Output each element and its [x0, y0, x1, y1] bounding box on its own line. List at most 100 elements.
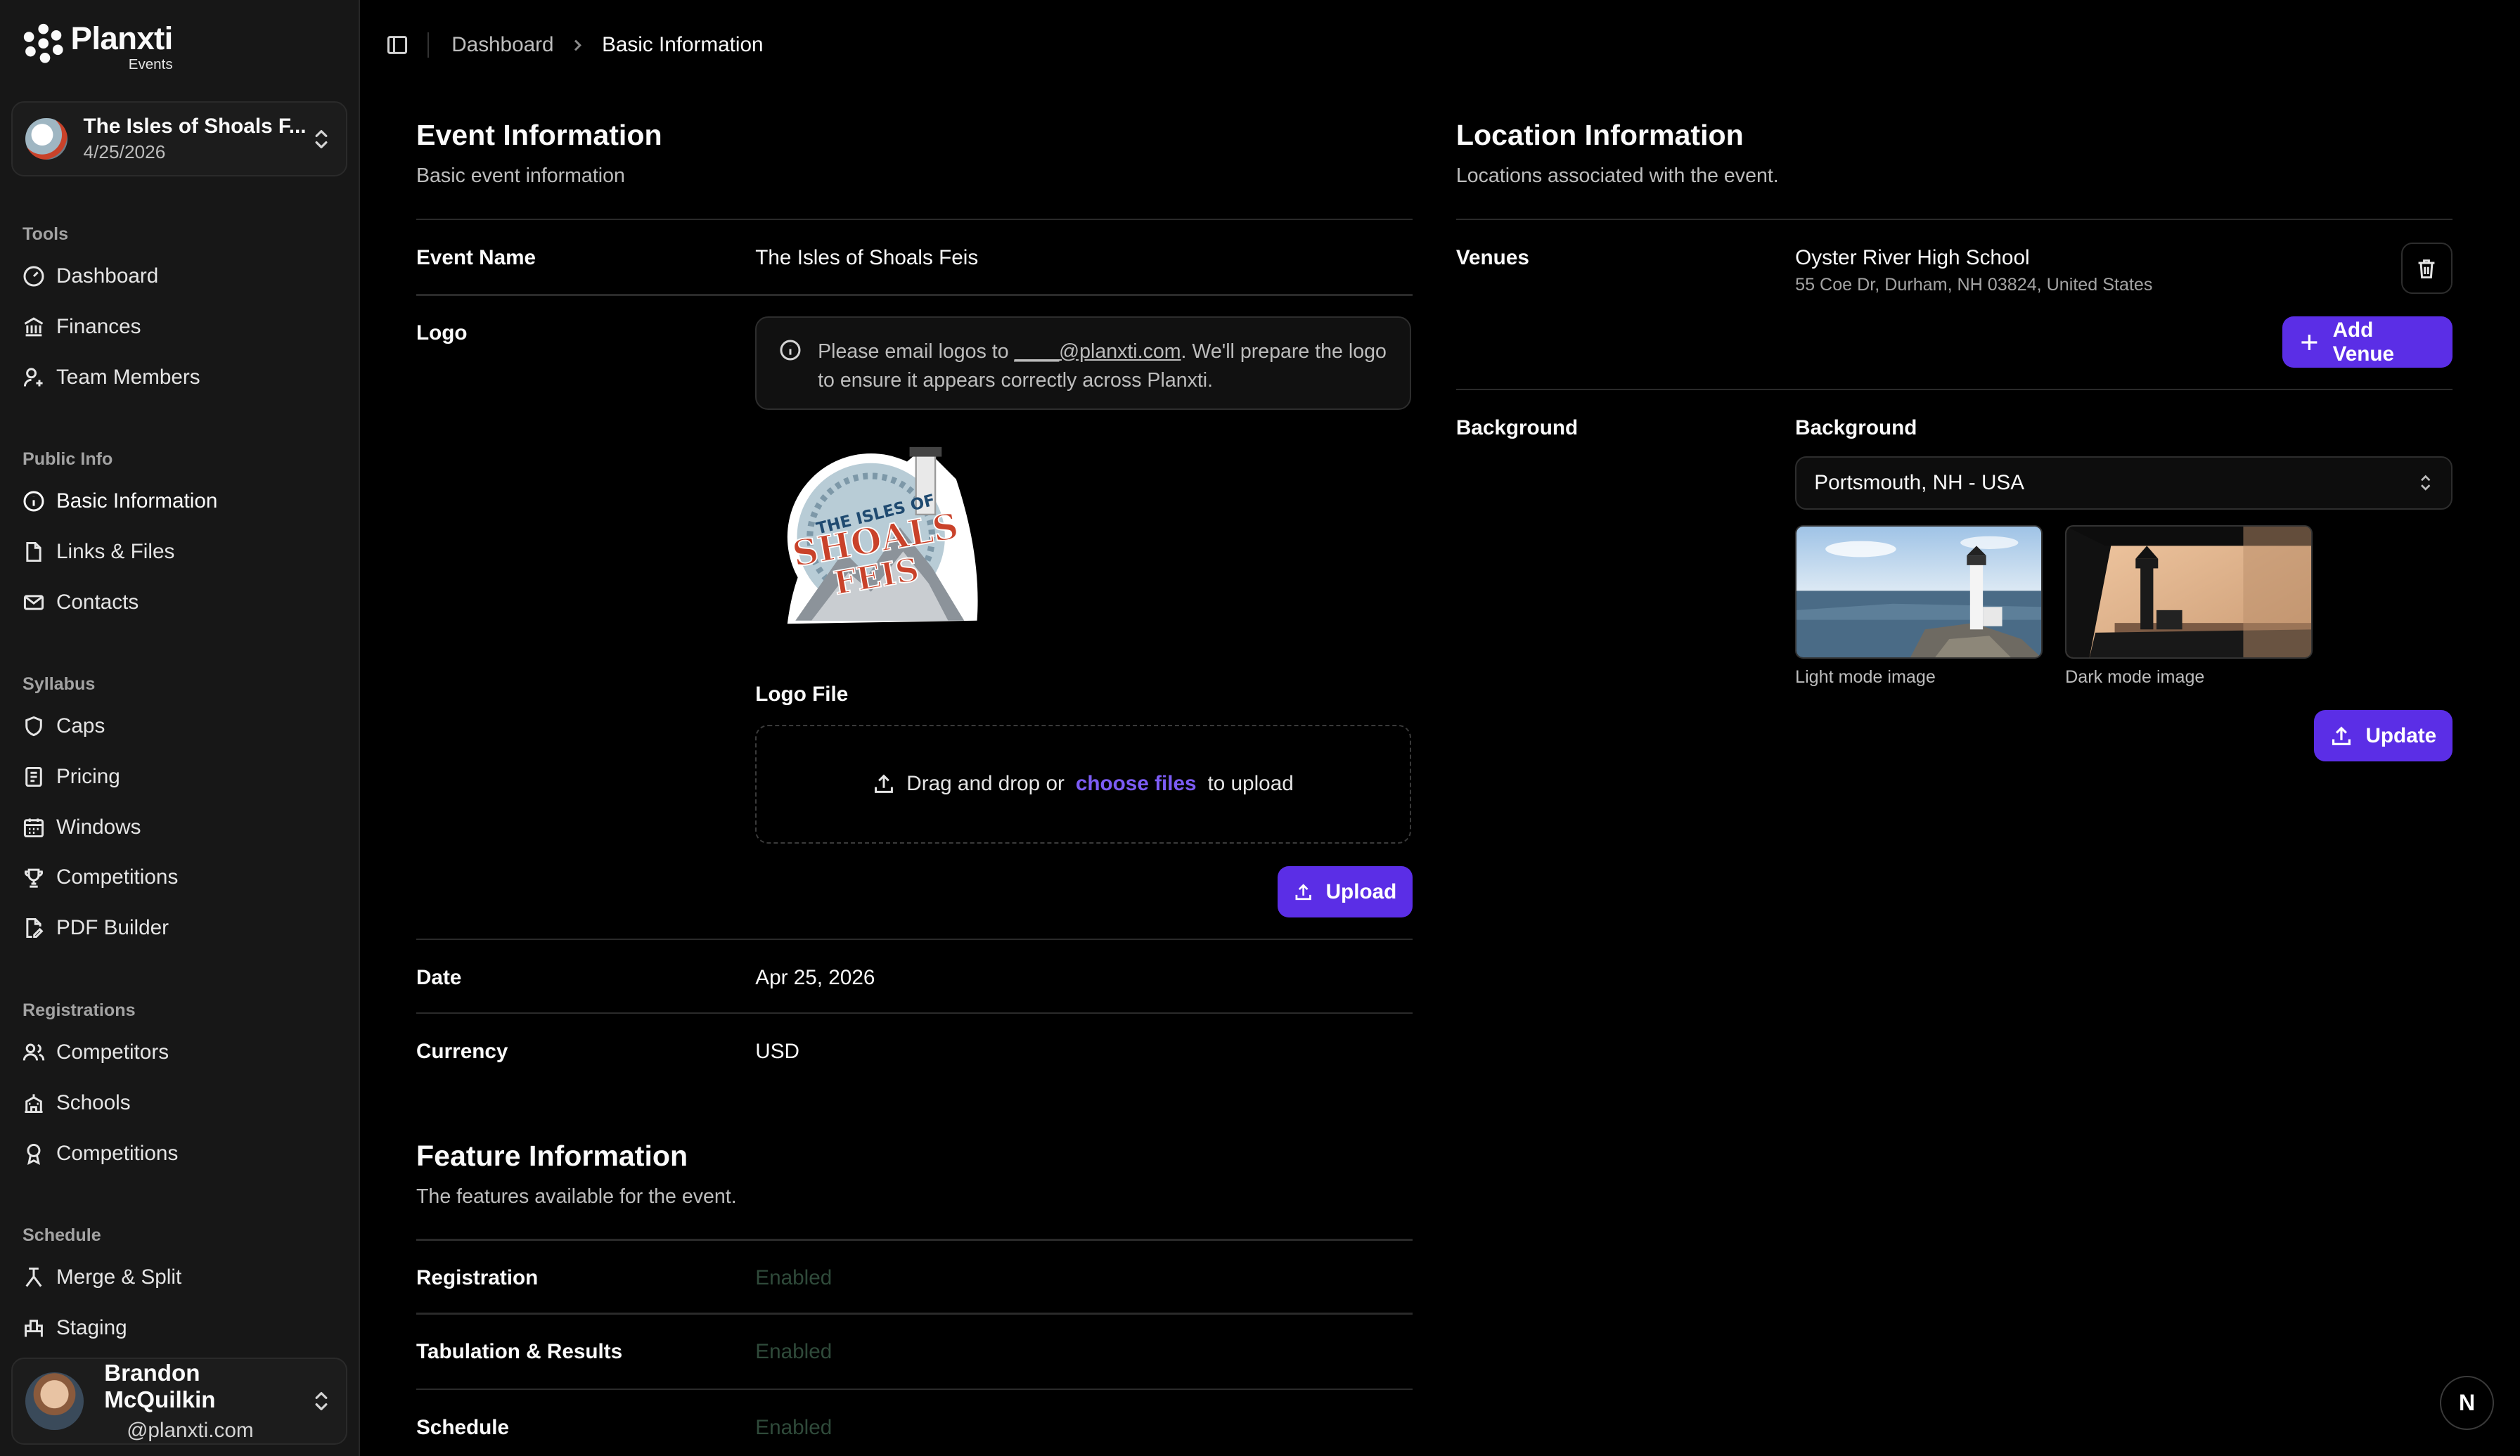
divider	[416, 1239, 1413, 1241]
upload-logo-button[interactable]: Upload	[1278, 865, 1413, 918]
dropzone-text-end: to upload	[1207, 772, 1294, 796]
nav-section-registrations: Registrations Competitors Schools Compet…	[0, 995, 360, 1179]
venue-item: Oyster River High School 55 Coe Dr, Durh…	[1795, 246, 2152, 295]
user-name: Brandon McQuilkin	[104, 1360, 216, 1413]
logo-file-label: Logo File	[755, 683, 849, 707]
nav-heading: Tools	[22, 224, 69, 244]
background-label: Background	[1455, 415, 1579, 439]
sidebar: Planxti Events The Isles of Shoals F... …	[0, 0, 360, 1456]
sidebar-item-label: Windows	[56, 815, 141, 839]
users-icon	[22, 1043, 45, 1061]
event-information-section: Event Information Basic event informatio…	[416, 0, 1413, 1456]
sidebar-item-competitors[interactable]: Competitors	[0, 1027, 360, 1078]
divider	[1455, 218, 2452, 221]
update-background-button[interactable]: Update	[2314, 710, 2452, 762]
nav-section-public-info: Public Info Basic Information Links & Fi…	[0, 444, 360, 628]
logo-email-link[interactable]: ____@planxti.com	[1015, 340, 1181, 363]
section-subtitle: The features available for the event.	[416, 1185, 737, 1208]
nav-heading: Schedule	[22, 1225, 101, 1245]
sidebar-item-basic-information[interactable]: Basic Information	[0, 476, 360, 527]
sidebar-item-label: Basic Information	[56, 489, 218, 513]
dark-mode-image[interactable]	[2065, 525, 2313, 659]
nav-section-schedule: Schedule Merge & Split Staging	[0, 1220, 360, 1353]
chevrons-up-down-icon	[2420, 475, 2431, 491]
sidebar-item-label: Finances	[56, 314, 141, 338]
feature-tabulation-label: Tabulation & Results	[416, 1340, 623, 1364]
file-icon	[26, 541, 41, 562]
mail-icon	[23, 594, 44, 610]
info-icon	[780, 340, 801, 361]
delete-venue-button[interactable]	[2400, 243, 2452, 295]
divider	[416, 938, 1413, 941]
sidebar-item-team-members[interactable]: Team Members	[0, 352, 360, 403]
avatar	[25, 1372, 84, 1431]
location-information-section: Location Information Locations associate…	[1455, 0, 2452, 1456]
logo-dropzone[interactable]: Drag and drop or choose files to upload	[755, 724, 1411, 844]
event-thumbnail	[25, 117, 68, 160]
sidebar-item-label: Caps	[56, 714, 105, 737]
event-switcher-date: 4/25/2026	[83, 141, 166, 163]
sidebar-item-dashboard[interactable]: Dashboard	[0, 251, 360, 302]
sidebar-item-pdf-builder[interactable]: PDF Builder	[0, 903, 360, 953]
nav-heading: Registrations	[22, 1000, 136, 1020]
user-email: @planxti.com	[127, 1418, 254, 1442]
logo-notice-text: Please email logos to	[818, 340, 1015, 363]
sidebar-item-contacts[interactable]: Contacts	[0, 577, 360, 628]
event-switcher-title: The Isles of Shoals F...	[83, 114, 307, 138]
choose-files-link[interactable]: choose files	[1076, 772, 1197, 796]
section-subtitle: Locations associated with the event.	[1455, 165, 1779, 188]
trophy-icon	[24, 868, 43, 888]
sidebar-item-registration-competitions[interactable]: Competitions	[0, 1128, 360, 1179]
divider	[416, 294, 1413, 296]
background-select[interactable]: Portsmouth, NH - USA	[1795, 456, 2452, 510]
app-root: Planxti Events The Isles of Shoals F... …	[0, 0, 2520, 1456]
divider	[416, 218, 1413, 221]
event-switcher[interactable]: The Isles of Shoals F... 4/25/2026	[11, 101, 347, 177]
sidebar-item-label: Competitions	[56, 865, 179, 889]
chevrons-up-down-icon	[315, 129, 328, 148]
venue-address: 55 Coe Dr, Durham, NH 03824, United Stat…	[1795, 274, 2153, 295]
sidebar-item-finances[interactable]: Finances	[0, 302, 360, 352]
divider	[1455, 389, 2452, 391]
nav-heading: Public Info	[22, 449, 113, 469]
background-field-label: Background	[1795, 415, 1917, 439]
light-mode-image[interactable]	[1795, 525, 2043, 659]
sidebar-item-staging[interactable]: Staging	[0, 1303, 360, 1353]
chevrons-up-down-icon	[315, 1392, 328, 1411]
sidebar-item-windows[interactable]: Windows	[0, 802, 360, 853]
sidebar-item-pricing[interactable]: Pricing	[0, 752, 360, 802]
sidebar-item-links-files[interactable]: Links & Files	[0, 527, 360, 577]
feature-registration-label: Registration	[416, 1266, 539, 1290]
trash-icon	[2418, 259, 2435, 278]
background-select-value: Portsmouth, NH - USA	[1814, 470, 2025, 494]
upload-button-label: Upload	[1325, 880, 1397, 903]
next-dev-indicator[interactable]: N	[2439, 1375, 2495, 1431]
date-value: Apr 25, 2026	[755, 965, 875, 989]
currency-label: Currency	[416, 1039, 508, 1063]
feature-tabulation-value: Enabled	[755, 1340, 832, 1364]
brand-logo[interactable]: Planxti Events	[22, 22, 173, 72]
section-title: Location Information	[1455, 119, 1744, 152]
staging-icon	[25, 1319, 43, 1337]
bank-icon	[24, 316, 44, 336]
dark-mode-caption: Dark mode image	[2065, 666, 2205, 687]
light-mode-caption: Light mode image	[1795, 666, 1936, 687]
sidebar-toggle-icon[interactable]	[386, 34, 409, 56]
feature-schedule-value: Enabled	[755, 1415, 832, 1439]
sidebar-item-label: Links & Files	[56, 539, 175, 563]
sidebar-item-label: PDF Builder	[56, 916, 169, 940]
sidebar-item-merge-split[interactable]: Merge & Split	[0, 1252, 360, 1303]
event-logo-image: THE ISLES OF SHOALS FEIS	[787, 446, 978, 624]
sidebar-item-competitions[interactable]: Competitions	[0, 853, 360, 903]
sidebar-item-schools[interactable]: Schools	[0, 1078, 360, 1128]
shield-icon	[25, 716, 42, 736]
date-label: Date	[416, 965, 462, 989]
info-icon	[23, 491, 44, 512]
add-venue-button[interactable]: Add Venue	[2282, 316, 2452, 368]
sidebar-item-caps[interactable]: Caps	[0, 701, 360, 752]
lighthouse-dusk-icon	[2066, 527, 2312, 658]
user-menu[interactable]: Brandon McQuilkin @planxti.com	[11, 1358, 347, 1445]
event-name-value: The Isles of Shoals Feis	[755, 245, 979, 269]
brand-subtitle: Events	[128, 56, 173, 73]
venue-name: Oyster River High School	[1795, 245, 2030, 269]
